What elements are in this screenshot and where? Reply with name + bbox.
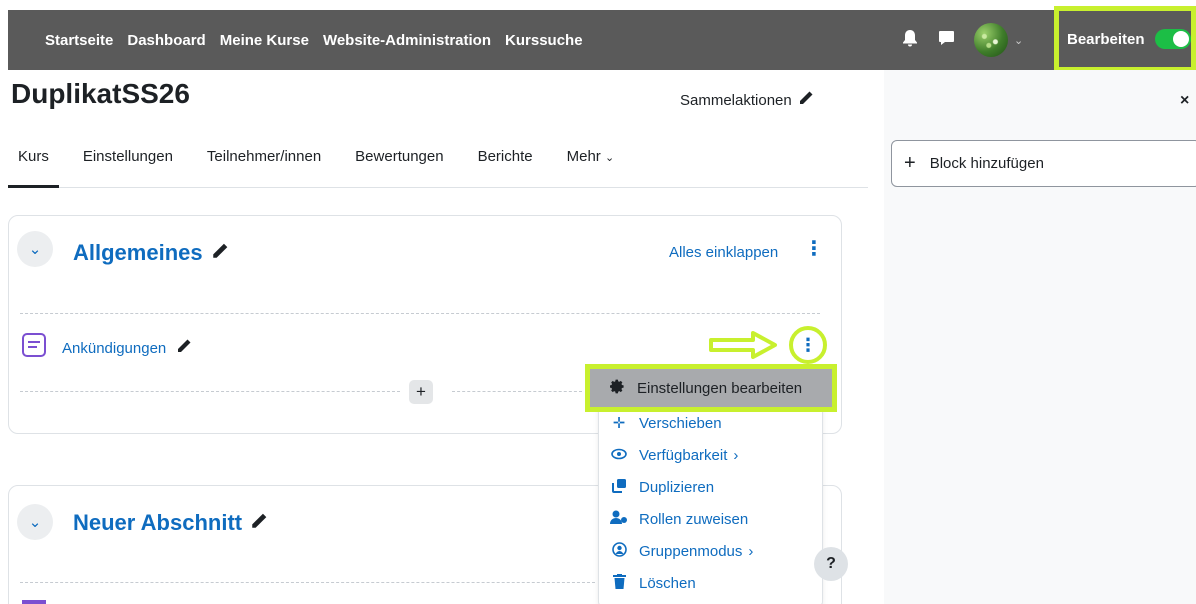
edit-mode-toggle[interactable]: Bearbeiten: [1054, 6, 1196, 72]
page-title: DuplikatSS26: [11, 78, 190, 109]
menu-item-label: Verschieben: [639, 414, 722, 432]
group-icon: [609, 541, 629, 561]
tab-kurs[interactable]: Kurs: [8, 140, 59, 188]
menu-item-label: Verfügbarkeit: [639, 446, 728, 464]
tab-berichte[interactable]: Berichte: [468, 140, 543, 188]
move-icon: ✛: [612, 415, 626, 432]
eye-icon: [609, 447, 629, 464]
chevron-down-icon[interactable]: ⌄: [1014, 34, 1023, 47]
section-title-text: Allgemeines: [73, 240, 203, 265]
chevron-down-icon: ⌄: [28, 241, 42, 258]
tab-mehr-label: Mehr: [566, 148, 601, 165]
menu-item-duplizieren[interactable]: Duplizieren: [609, 473, 819, 501]
bulk-actions-label: Sammelaktionen: [680, 91, 792, 109]
edit-mode-label: Bearbeiten: [1067, 30, 1145, 48]
help-button[interactable]: ?: [814, 547, 848, 581]
avatar[interactable]: [974, 23, 1008, 57]
chevron-down-icon: ⌄: [604, 152, 615, 164]
chevron-right-icon: ›: [733, 446, 739, 464]
nav-dashboard[interactable]: Dashboard: [127, 32, 205, 49]
menu-item-verfuegbarkeit[interactable]: Verfügbarkeit ›: [609, 441, 819, 469]
section-title-text: Neuer Abschnitt: [73, 510, 243, 535]
user-tools: ⌄: [898, 10, 1023, 70]
section-collapse-button[interactable]: ⌄: [17, 231, 53, 267]
add-activity-button[interactable]: +: [409, 380, 433, 404]
divider: [452, 391, 582, 392]
section-title[interactable]: Allgemeines: [73, 240, 229, 266]
menu-item-label: Einstellungen bearbeiten: [637, 379, 803, 397]
gear-icon: [607, 379, 627, 398]
course-tabs: Kurs Einstellungen Teilnehmer/innen Bewe…: [8, 140, 868, 188]
pencil-icon: [798, 90, 814, 110]
menu-item-einstellungen-bearbeiten[interactable]: Einstellungen bearbeiten: [607, 374, 817, 402]
section-collapse-button[interactable]: ⌄: [17, 504, 53, 540]
menu-item-gruppenmodus[interactable]: Gruppenmodus ›: [609, 537, 819, 565]
menu-item-label: Gruppenmodus: [639, 542, 743, 560]
plus-icon: +: [904, 152, 916, 174]
chat-icon[interactable]: [934, 30, 958, 51]
activity-name-text: Ankündigungen: [62, 339, 167, 357]
nav-meine-kurse[interactable]: Meine Kurse: [220, 32, 309, 49]
trash-icon: [609, 573, 629, 593]
menu-item-label: Löschen: [639, 574, 696, 592]
divider: [20, 582, 595, 583]
tab-einstellungen[interactable]: Einstellungen: [73, 140, 183, 188]
nav-kurssuche[interactable]: Kurssuche: [505, 32, 583, 49]
activity-menu-kebab-icon[interactable]: ⋮: [789, 326, 827, 364]
divider: [20, 313, 820, 314]
duplicate-icon: [609, 478, 629, 497]
menu-item-rollen-zuweisen[interactable]: Rollen zuweisen: [609, 505, 819, 533]
pencil-icon[interactable]: [176, 338, 192, 358]
close-icon[interactable]: ×: [1180, 92, 1189, 110]
activity-ankuendigungen[interactable]: Ankündigungen: [62, 338, 192, 358]
section-menu-kebab-icon[interactable]: ⋮: [804, 236, 824, 261]
edit-mode-switch[interactable]: [1154, 29, 1191, 49]
chevron-right-icon: ›: [748, 542, 754, 560]
annotation-arrow-icon: [709, 331, 777, 359]
bell-icon[interactable]: [898, 29, 922, 52]
collapse-all-link[interactable]: Alles einklappen: [669, 244, 778, 261]
menu-item-loeschen[interactable]: Löschen: [609, 569, 819, 597]
pencil-icon[interactable]: [211, 242, 229, 265]
top-navbar: Startseite Dashboard Meine Kurse Website…: [8, 10, 1196, 70]
tab-mehr[interactable]: Mehr ⌄: [557, 140, 625, 188]
nav-website-administration[interactable]: Website-Administration: [323, 32, 491, 49]
tab-bewertungen[interactable]: Bewertungen: [345, 140, 453, 188]
add-block-button[interactable]: + Block hinzufügen: [891, 140, 1196, 187]
highlighted-menu-item: Einstellungen bearbeiten: [585, 364, 837, 412]
menu-item-verschieben[interactable]: ✛ Verschieben: [609, 409, 819, 437]
bulk-actions-button[interactable]: Sammelaktionen: [680, 90, 814, 110]
tab-teilnehmer[interactable]: Teilnehmer/innen: [197, 140, 331, 188]
user-roles-icon: [609, 510, 629, 529]
chevron-down-icon: ⌄: [28, 514, 42, 531]
menu-item-label: Rollen zuweisen: [639, 510, 749, 528]
primary-nav: Startseite Dashboard Meine Kurse Website…: [45, 10, 583, 70]
divider: [20, 391, 400, 392]
forum-icon: [22, 600, 46, 604]
nav-startseite[interactable]: Startseite: [45, 32, 113, 49]
pencil-icon[interactable]: [250, 512, 268, 535]
add-block-label: Block hinzufügen: [929, 155, 1044, 172]
forum-icon: [22, 333, 46, 357]
menu-item-label: Duplizieren: [639, 478, 715, 496]
section-title[interactable]: Neuer Abschnitt: [73, 510, 268, 536]
